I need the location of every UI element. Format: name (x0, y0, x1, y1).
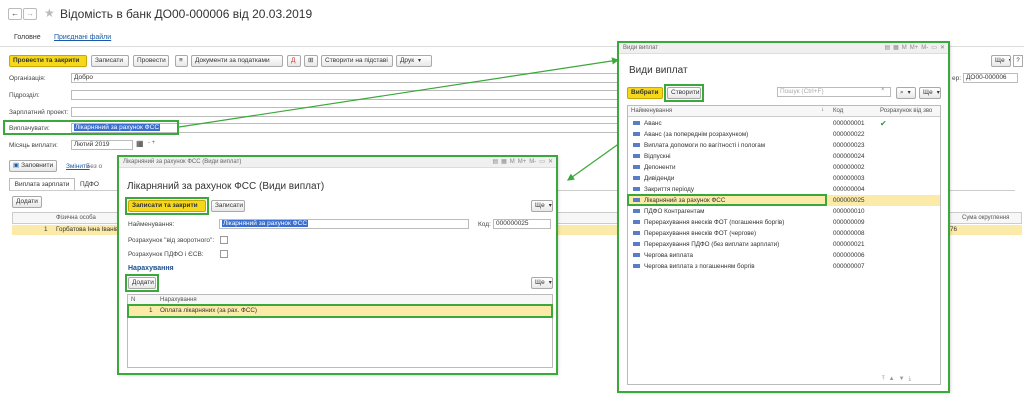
arrow-to-kinds (178, 57, 620, 128)
kinds-window-highlight (617, 41, 950, 393)
item-window-highlight (117, 155, 558, 375)
kinds-window: Види виплат ▤ ▦ M M+ M- ▭ ✕ Види виплат Вибрат… (617, 41, 950, 393)
item-window: Лікарняний за рахунок ФСС (Види виплат) … (117, 155, 558, 375)
